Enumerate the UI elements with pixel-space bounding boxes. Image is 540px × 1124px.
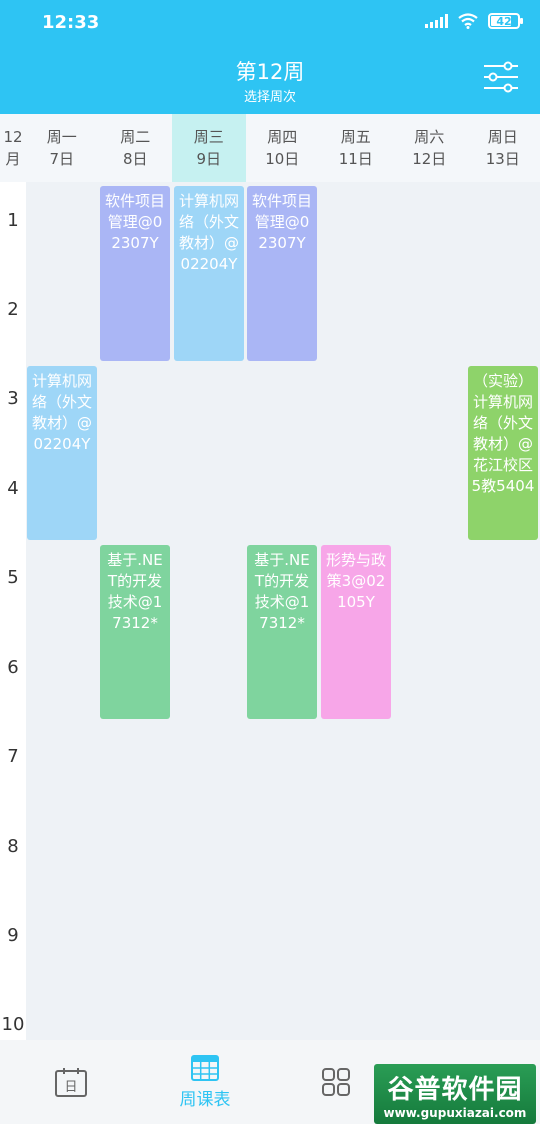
period-number: 1	[7, 210, 19, 231]
nav-apps[interactable]	[310, 1040, 362, 1124]
wifi-icon	[458, 13, 478, 29]
week-title[interactable]: 第12周	[0, 56, 540, 86]
settings-sliders-icon[interactable]	[482, 60, 520, 94]
table-grid-icon	[191, 1054, 219, 1081]
period-number: 6	[7, 657, 19, 678]
day-header-sun[interactable]: 周日 13日	[466, 114, 540, 182]
period-number: 4	[7, 478, 19, 499]
course-card[interactable]: 基于.NET的开发技术@17312*	[247, 545, 317, 719]
watermark-logo: 谷普软件园 www.gupuxiazai.com	[374, 1064, 536, 1124]
period-number: 2	[7, 299, 19, 320]
timetable-grid: 1 2 3 4 5 6 7 8 9 10 软件项目管理@02307Y 计算机网络…	[0, 182, 540, 1040]
nav-week-schedule[interactable]: 周课表	[160, 1040, 250, 1124]
period-number: 5	[7, 567, 19, 588]
period-number: 7	[7, 746, 19, 767]
month-label: 12 月	[3, 128, 23, 168]
course-card[interactable]: 基于.NET的开发技术@17312*	[100, 545, 170, 719]
day-header-tue[interactable]: 周二 8日	[99, 114, 173, 182]
status-time: 12:33	[42, 12, 100, 33]
day-header-wed-today[interactable]: 周三 9日	[172, 114, 246, 182]
day-header-sat[interactable]: 周六 12日	[393, 114, 467, 182]
period-number: 3	[7, 388, 19, 409]
course-card[interactable]: 软件项目管理@02307Y	[247, 186, 317, 361]
course-card[interactable]: 软件项目管理@02307Y	[100, 186, 170, 361]
course-card[interactable]: （实验）计算机网络（外文教材）@花江校区5教5404	[468, 366, 538, 540]
period-number: 10	[1, 1014, 25, 1035]
day-header-mon[interactable]: 周一 7日	[25, 114, 99, 182]
calendar-day-icon: 日	[55, 1068, 87, 1097]
period-number: 9	[7, 925, 19, 946]
course-card[interactable]: 计算机网络（外文教材）@02204Y	[174, 186, 244, 361]
nav-week-schedule-label: 周课表	[179, 1089, 231, 1110]
apps-grid-icon	[322, 1068, 350, 1096]
battery-icon: 42	[488, 13, 523, 29]
period-column: 1 2 3 4 5 6 7 8 9 10	[0, 182, 26, 1040]
svg-text:日: 日	[64, 1080, 77, 1095]
period-number: 8	[7, 836, 19, 857]
course-card[interactable]: 计算机网络（外文教材）@02204Y	[27, 366, 97, 540]
course-card[interactable]: 形势与政策3@02105Y	[321, 545, 391, 719]
day-header-fri[interactable]: 周五 11日	[319, 114, 393, 182]
day-header-thu[interactable]: 周四 10日	[246, 114, 320, 182]
signal-icon	[425, 14, 448, 28]
day-header-row: 12 月 周一 7日 周二 8日 周三 9日 周四 10日 周五 11日 周六 12日 周日 1…	[0, 114, 540, 182]
select-week-link[interactable]: 选择周次	[0, 86, 540, 105]
nav-calendar[interactable]: 日	[40, 1040, 102, 1124]
status-icons: 42	[425, 13, 523, 29]
top-bar: 12:33 42 第12周 选择周次	[0, 0, 540, 114]
